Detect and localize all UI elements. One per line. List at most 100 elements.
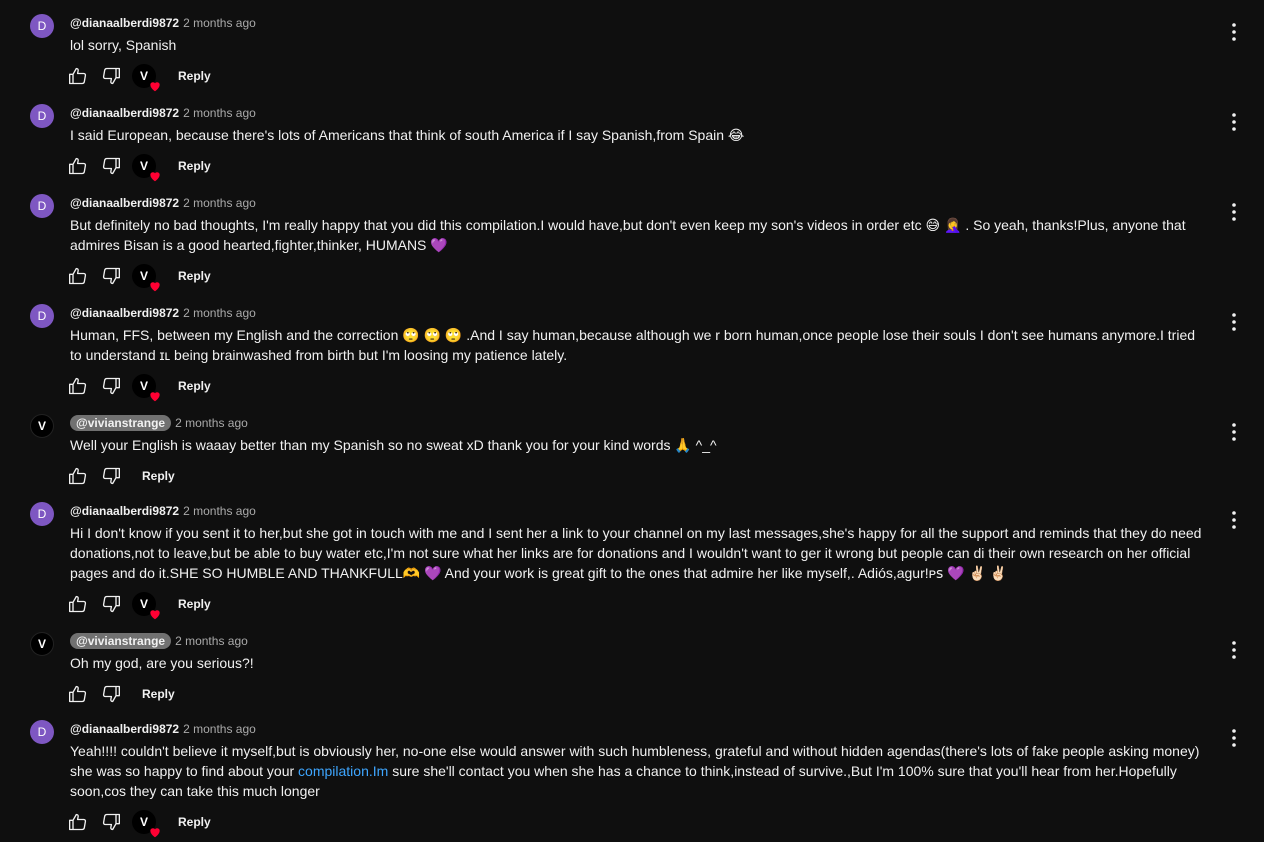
- dislike-icon: [102, 813, 121, 831]
- avatar[interactable]: D: [30, 104, 54, 128]
- comment-header: @dianaalberdi9872 2 months ago: [70, 721, 256, 737]
- creator-avatar-letter: V: [139, 269, 148, 283]
- author-name[interactable]: @dianaalberdi9872: [70, 16, 179, 30]
- comment-actions: V Reply: [66, 153, 211, 182]
- timestamp[interactable]: 2 months ago: [175, 416, 248, 430]
- dislike-button[interactable]: [99, 264, 123, 288]
- more-vert-icon: [1232, 729, 1236, 747]
- comment-header: @dianaalberdi9872 2 months ago: [70, 15, 256, 31]
- creator-heart[interactable]: V: [132, 264, 160, 292]
- avatar[interactable]: D: [30, 720, 54, 744]
- creator-heart[interactable]: V: [132, 154, 160, 182]
- comment-link[interactable]: compilation.Im: [298, 763, 388, 779]
- like-button[interactable]: [66, 810, 90, 834]
- author-name[interactable]: @dianaalberdi9872: [70, 106, 179, 120]
- reply-button[interactable]: Reply: [178, 269, 211, 283]
- more-options-button[interactable]: [1222, 200, 1246, 224]
- creator-heart[interactable]: V: [132, 592, 160, 620]
- dislike-button[interactable]: [99, 464, 123, 488]
- comment-text: Yeah!!!! couldn't believe it myself,but …: [70, 741, 1210, 801]
- dislike-button[interactable]: [99, 592, 123, 616]
- comment-header: @vivianstrange 2 months ago: [70, 633, 248, 649]
- creator-heart[interactable]: V: [132, 374, 160, 402]
- creator-author-badge[interactable]: @vivianstrange: [70, 415, 172, 431]
- heart-icon: [150, 172, 160, 182]
- like-button[interactable]: [66, 64, 90, 88]
- like-button[interactable]: [66, 154, 90, 178]
- dislike-icon: [102, 467, 121, 485]
- heart-icon: [150, 828, 160, 838]
- timestamp[interactable]: 2 months ago: [175, 634, 248, 648]
- comment-header: @dianaalberdi9872 2 months ago: [70, 105, 256, 121]
- reply-button[interactable]: Reply: [178, 815, 211, 829]
- dislike-icon: [102, 377, 121, 395]
- dislike-button[interactable]: [99, 374, 123, 398]
- more-vert-icon: [1232, 641, 1236, 659]
- more-options-button[interactable]: [1222, 726, 1246, 750]
- avatar[interactable]: V: [30, 632, 54, 656]
- like-icon: [69, 267, 87, 285]
- like-icon: [69, 377, 87, 395]
- reply-button[interactable]: Reply: [178, 597, 211, 611]
- like-button[interactable]: [66, 374, 90, 398]
- creator-heart[interactable]: V: [132, 810, 160, 838]
- creator-heart[interactable]: V: [132, 64, 160, 92]
- timestamp[interactable]: 2 months ago: [183, 722, 256, 736]
- more-options-button[interactable]: [1222, 310, 1246, 334]
- timestamp[interactable]: 2 months ago: [183, 106, 256, 120]
- comment-header: @dianaalberdi9872 2 months ago: [70, 503, 256, 519]
- comment-header: @dianaalberdi9872 2 months ago: [70, 195, 256, 211]
- like-button[interactable]: [66, 464, 90, 488]
- like-button[interactable]: [66, 592, 90, 616]
- comment-actions: Reply: [66, 681, 175, 707]
- heart-icon: [150, 392, 160, 402]
- more-options-button[interactable]: [1222, 508, 1246, 532]
- like-icon: [69, 595, 87, 613]
- like-button[interactable]: [66, 682, 90, 706]
- timestamp[interactable]: 2 months ago: [183, 16, 256, 30]
- comment-actions: V Reply: [66, 373, 211, 402]
- author-name[interactable]: @dianaalberdi9872: [70, 722, 179, 736]
- comment-actions: Reply: [66, 463, 175, 489]
- avatar[interactable]: D: [30, 14, 54, 38]
- more-vert-icon: [1232, 23, 1236, 41]
- more-options-button[interactable]: [1222, 20, 1246, 44]
- avatar[interactable]: D: [30, 194, 54, 218]
- reply-button[interactable]: Reply: [142, 469, 175, 483]
- timestamp[interactable]: 2 months ago: [183, 196, 256, 210]
- comment-text: Human, FFS, between my English and the c…: [70, 327, 1196, 363]
- creator-author-badge[interactable]: @vivianstrange: [70, 633, 172, 649]
- avatar[interactable]: V: [30, 414, 54, 438]
- author-name[interactable]: @dianaalberdi9872: [70, 504, 179, 518]
- reply-button[interactable]: Reply: [142, 687, 175, 701]
- comment-text: Well your English is waaay better than m…: [70, 437, 717, 453]
- dislike-button[interactable]: [99, 154, 123, 178]
- comment-header: @dianaalberdi9872 2 months ago: [70, 305, 256, 321]
- dislike-icon: [102, 267, 121, 285]
- comment-actions: V Reply: [66, 263, 211, 292]
- author-name[interactable]: @dianaalberdi9872: [70, 306, 179, 320]
- like-button[interactable]: [66, 264, 90, 288]
- dislike-button[interactable]: [99, 810, 123, 834]
- dislike-icon: [102, 157, 121, 175]
- heart-icon: [150, 610, 160, 620]
- more-options-button[interactable]: [1222, 110, 1246, 134]
- more-options-button[interactable]: [1222, 420, 1246, 444]
- like-icon: [69, 467, 87, 485]
- comment-actions: V Reply: [66, 591, 211, 620]
- comment-text: I said European, because there's lots of…: [70, 127, 745, 143]
- reply-button[interactable]: Reply: [178, 69, 211, 83]
- reply-button[interactable]: Reply: [178, 379, 211, 393]
- comment-text: But definitely no bad thoughts, I'm real…: [70, 217, 1186, 253]
- timestamp[interactable]: 2 months ago: [183, 504, 256, 518]
- dislike-button[interactable]: [99, 682, 123, 706]
- more-options-button[interactable]: [1222, 638, 1246, 662]
- author-name[interactable]: @dianaalberdi9872: [70, 196, 179, 210]
- avatar[interactable]: D: [30, 502, 54, 526]
- creator-avatar-letter: V: [139, 597, 148, 611]
- dislike-button[interactable]: [99, 64, 123, 88]
- like-icon: [69, 813, 87, 831]
- avatar[interactable]: D: [30, 304, 54, 328]
- reply-button[interactable]: Reply: [178, 159, 211, 173]
- timestamp[interactable]: 2 months ago: [183, 306, 256, 320]
